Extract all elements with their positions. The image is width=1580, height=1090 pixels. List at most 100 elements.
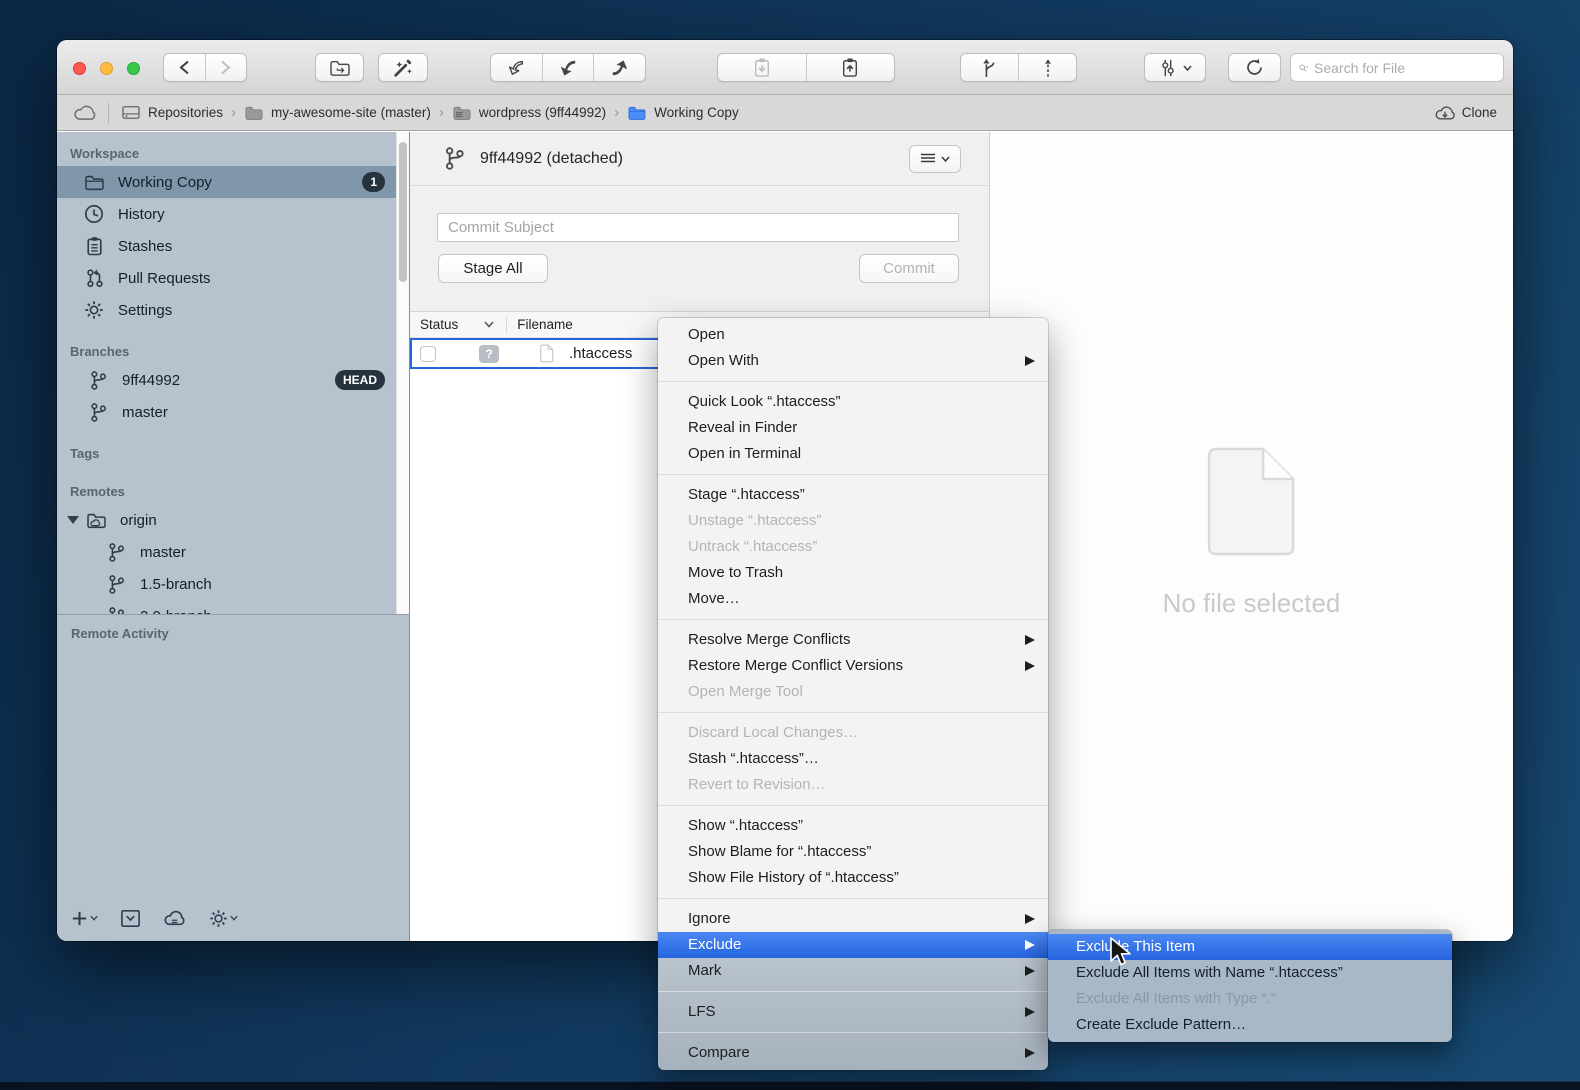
sidebar-scrollbar-thumb[interactable] xyxy=(399,142,407,282)
column-header-status[interactable]: Status xyxy=(420,317,458,332)
sidebar-item-working-copy[interactable]: Working Copy 1 xyxy=(57,166,409,198)
chevron-down-icon xyxy=(230,915,238,921)
menu-item-stash[interactable]: Stash “.htaccess”… xyxy=(658,746,1048,772)
clone-label: Clone xyxy=(1462,105,1497,120)
menu-item-show-file-history[interactable]: Show File History of “.htaccess” xyxy=(658,865,1048,891)
menu-item-restore-merge-conflict-versions[interactable]: Restore Merge Conflict Versions xyxy=(658,653,1048,679)
sidebar-remote-branch-2-0[interactable]: 2.0-branch xyxy=(57,600,409,614)
submenu-item-exclude-this-item[interactable]: Exclude This Item xyxy=(1048,934,1452,960)
sidebar-item-settings[interactable]: Settings xyxy=(57,294,409,326)
menu-item-open-with[interactable]: Open With xyxy=(658,348,1048,374)
stash-button[interactable] xyxy=(718,54,807,81)
breadcrumb-submodule[interactable]: wordpress (9ff44992) xyxy=(452,105,606,121)
menu-item-open[interactable]: Open xyxy=(658,322,1048,348)
working-copy-folder-icon xyxy=(627,105,647,121)
gear-icon xyxy=(83,300,105,320)
menu-separator xyxy=(658,712,1048,713)
sidebar-remote-origin[interactable]: origin xyxy=(57,504,409,536)
zoom-window-button[interactable] xyxy=(127,62,140,75)
menu-item-open-merge-tool[interactable]: Open Merge Tool xyxy=(658,679,1048,705)
merge-button[interactable] xyxy=(961,54,1019,81)
close-window-button[interactable] xyxy=(73,62,86,75)
sidebar-branch-master[interactable]: master xyxy=(57,396,409,428)
filter-button[interactable] xyxy=(1144,53,1206,82)
menu-item-show-blame[interactable]: Show Blame for “.htaccess” xyxy=(658,839,1048,865)
menu-item-mark[interactable]: Mark xyxy=(658,958,1048,984)
rebase-button[interactable] xyxy=(1019,54,1076,81)
context-menu: Open Open With Quick Look “.htaccess” Re… xyxy=(658,318,1048,1070)
fetch-button[interactable] xyxy=(491,54,543,81)
rebase-icon xyxy=(1041,58,1055,78)
chevron-down-icon xyxy=(90,915,98,921)
breadcrumb-working-copy[interactable]: Working Copy xyxy=(627,105,739,121)
commit-subject-input[interactable] xyxy=(437,213,959,242)
menu-item-revert-to-revision[interactable]: Revert to Revision… xyxy=(658,772,1048,798)
menu-item-compare[interactable]: Compare xyxy=(658,1040,1048,1066)
sidebar-item-history[interactable]: History xyxy=(57,198,409,230)
submenu-item-exclude-by-type[interactable]: Exclude All Items with Type “.” xyxy=(1048,986,1452,1012)
sidebar-item-pull-requests[interactable]: Pull Requests xyxy=(57,262,409,294)
menu-item-resolve-merge-conflicts[interactable]: Resolve Merge Conflicts xyxy=(658,627,1048,653)
open-repository-button[interactable] xyxy=(315,53,364,82)
pull-button[interactable] xyxy=(543,54,595,81)
menu-item-open-in-terminal[interactable]: Open in Terminal xyxy=(658,441,1048,467)
clone-cloud-icon xyxy=(1434,104,1456,122)
untracked-status-badge: ? xyxy=(479,345,499,363)
menu-separator xyxy=(658,619,1048,620)
breadcrumb-bar: Repositories › my-awesome-site (master) … xyxy=(57,95,1513,131)
column-header-filename[interactable]: Filename xyxy=(517,317,573,332)
back-button[interactable] xyxy=(164,54,206,81)
menu-item-untrack[interactable]: Untrack “.htaccess” xyxy=(658,534,1048,560)
sidebar-section-remotes: Remotes xyxy=(57,466,409,504)
breadcrumb-repositories[interactable]: Repositories xyxy=(121,104,223,121)
minimize-window-button[interactable] xyxy=(100,62,113,75)
remote-activity-panel: Remote Activity xyxy=(57,614,409,941)
add-repository-button[interactable] xyxy=(71,910,98,927)
push-button[interactable] xyxy=(594,54,645,81)
sidebar-scrollbar[interactable] xyxy=(396,132,409,614)
sidebar-branch-9ff44992[interactable]: 9ff44992 HEAD xyxy=(57,364,409,396)
menu-item-move-to-trash[interactable]: Move to Trash xyxy=(658,560,1048,586)
submenu-arrow-icon xyxy=(1025,940,1035,950)
disclosure-triangle-icon[interactable] xyxy=(67,516,79,524)
file-search-field[interactable] xyxy=(1290,53,1504,82)
menu-item-discard-local-changes[interactable]: Discard Local Changes… xyxy=(658,720,1048,746)
sidebar-remote-branch-master[interactable]: master xyxy=(57,536,409,568)
search-icon xyxy=(1299,61,1308,75)
menu-item-move[interactable]: Move… xyxy=(658,586,1048,612)
submenu-item-create-exclude-pattern[interactable]: Create Exclude Pattern… xyxy=(1048,1012,1452,1038)
refresh-button[interactable] xyxy=(1228,53,1281,82)
clone-button[interactable]: Clone xyxy=(1434,104,1497,122)
pop-stash-button[interactable] xyxy=(807,54,895,81)
menu-item-unstage[interactable]: Unstage “.htaccess” xyxy=(658,508,1048,534)
submenu-item-exclude-by-name[interactable]: Exclude All Items with Name “.htaccess” xyxy=(1048,960,1452,986)
sidebar-remote-branch-1-5[interactable]: 1.5-branch xyxy=(57,568,409,600)
menu-item-quick-look[interactable]: Quick Look “.htaccess” xyxy=(658,389,1048,415)
pull-icon xyxy=(558,59,578,77)
sidebar-section-workspace: Workspace xyxy=(57,132,409,166)
menu-item-exclude[interactable]: Exclude xyxy=(658,932,1048,958)
inbox-button[interactable] xyxy=(120,909,141,928)
commit-button[interactable]: Commit xyxy=(859,254,959,283)
search-input[interactable] xyxy=(1314,60,1495,76)
remote-folder-icon xyxy=(85,512,107,529)
magic-wand-icon xyxy=(392,57,414,79)
stage-checkbox[interactable] xyxy=(420,346,436,362)
view-options-button[interactable] xyxy=(909,145,961,173)
menu-item-reveal-in-finder[interactable]: Reveal in Finder xyxy=(658,415,1048,441)
menu-item-stage[interactable]: Stage “.htaccess” xyxy=(658,482,1048,508)
breadcrumb-repo[interactable]: my-awesome-site (master) xyxy=(244,105,431,121)
repositories-icon xyxy=(121,104,141,121)
sidebar-item-stashes[interactable]: Stashes xyxy=(57,230,409,262)
forward-button[interactable] xyxy=(206,54,247,81)
settings-gear-button[interactable] xyxy=(209,909,238,928)
stage-all-button[interactable]: Stage All xyxy=(438,254,548,283)
menu-item-show[interactable]: Show “.htaccess” xyxy=(658,813,1048,839)
clipboard-icon xyxy=(83,236,105,256)
menu-item-lfs[interactable]: LFS xyxy=(658,999,1048,1025)
hamburger-icon xyxy=(920,153,936,165)
quick-launch-button[interactable] xyxy=(378,53,428,82)
menu-item-ignore[interactable]: Ignore xyxy=(658,906,1048,932)
merge-icon xyxy=(981,58,999,78)
cloud-accounts-button[interactable] xyxy=(163,909,187,927)
